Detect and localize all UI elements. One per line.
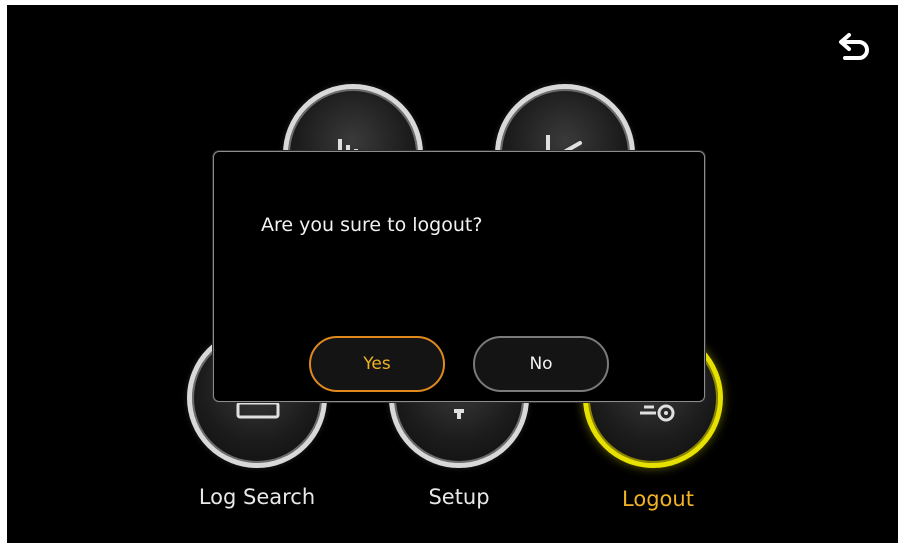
logout-label: Logout (622, 487, 694, 511)
back-button[interactable] (835, 25, 875, 65)
dialog-message: Are you sure to logout? (261, 214, 483, 236)
logout-confirm-dialog: Are you sure to logout? Yes No (213, 151, 705, 402)
setup-label: Setup (428, 485, 490, 509)
log-search-label: Log Search (198, 485, 316, 509)
screen: Log Search Setup Logout Are you sure to … (7, 5, 898, 543)
no-button[interactable]: No (473, 336, 609, 392)
return-arrow-icon (839, 33, 869, 60)
yes-button[interactable]: Yes (309, 336, 445, 392)
